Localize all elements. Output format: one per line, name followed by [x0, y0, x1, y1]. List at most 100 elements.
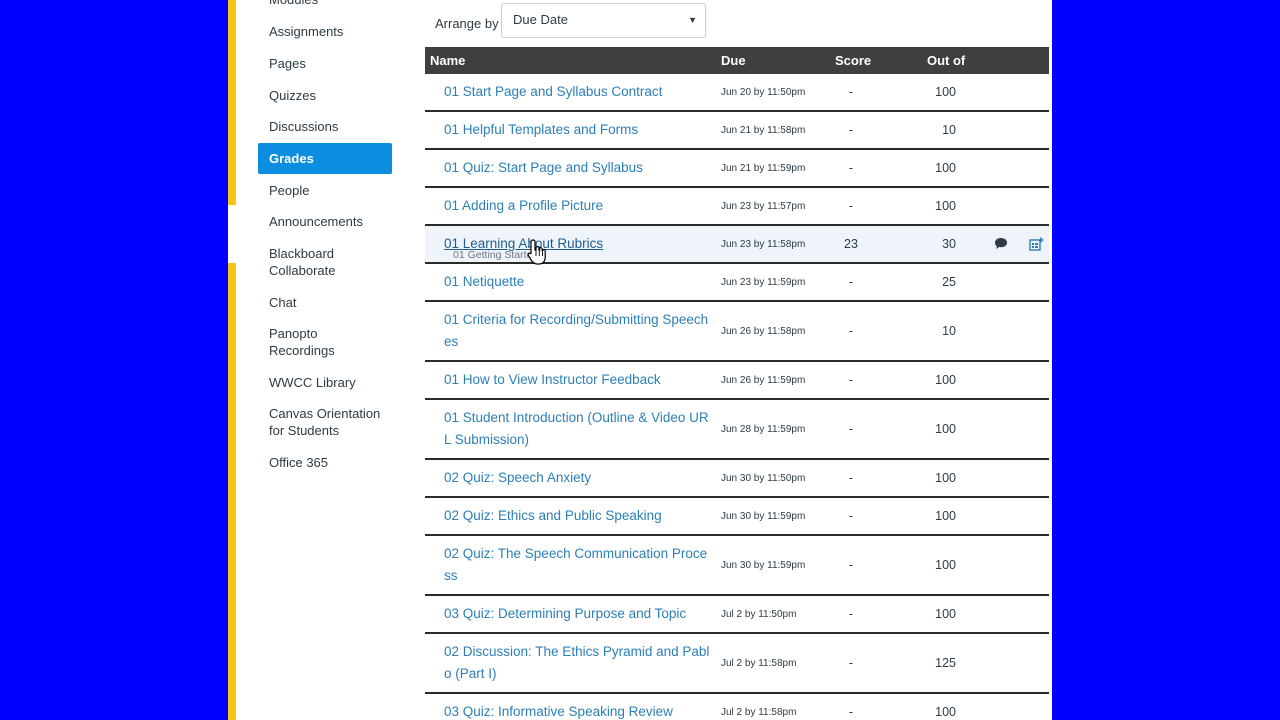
accent-stripe-gap [228, 205, 236, 263]
score-value: - [848, 705, 854, 719]
points-possible: 100 [935, 607, 956, 621]
nav-item-quizzes[interactable]: Quizzes [258, 87, 392, 104]
rubric-icon[interactable] [1029, 237, 1044, 256]
due-date: Jun 23 by 11:59pm [721, 277, 806, 288]
table-row: 01 Quiz: Start Page and Syllabus Jun 21 b… [425, 150, 1049, 188]
points-possible: 100 [935, 85, 956, 99]
table-row: 02 Quiz: The Speech Communication Proces… [425, 536, 1049, 596]
points-possible: 100 [935, 558, 956, 572]
arrange-by-label: Arrange by [435, 16, 499, 31]
score-value: - [848, 509, 854, 523]
course-navigation: Modules Assignments Pages Quizzes Discus… [258, 0, 393, 720]
score-value: - [848, 373, 854, 387]
nav-item-discussions[interactable]: Discussions [258, 118, 392, 135]
nav-item-modules[interactable]: Modules [258, 0, 392, 8]
assignment-link[interactable]: 01 How to View Instructor Feedback [444, 369, 712, 391]
score-value: - [848, 558, 854, 572]
assignment-link[interactable]: 03 Quiz: Informative Speaking Review [444, 701, 712, 720]
due-date: Jun 30 by 11:50pm [721, 473, 806, 484]
score-value: - [848, 199, 854, 213]
table-row: 01 Helpful Templates and Forms Jun 21 by … [425, 112, 1049, 150]
assignment-link[interactable]: 02 Discussion: The Ethics Pyramid and Pa… [444, 641, 712, 684]
nav-item-canvas-orientation[interactable]: Canvas Orientation for Students [258, 405, 393, 439]
nav-item-assignments[interactable]: Assignments [258, 23, 392, 40]
score-value: - [848, 123, 854, 137]
assignment-link[interactable]: 02 Quiz: Speech Anxiety [444, 467, 712, 489]
points-possible: 25 [942, 275, 956, 289]
column-header-name[interactable]: Name [430, 53, 465, 68]
points-possible: 125 [935, 656, 956, 670]
points-possible: 100 [935, 705, 956, 719]
arrange-by-select[interactable]: Due Date ▼ [501, 3, 706, 38]
points-possible: 30 [942, 237, 956, 251]
due-date: Jun 21 by 11:58pm [721, 125, 806, 136]
points-possible: 100 [935, 471, 956, 485]
dropdown-arrow-icon: ▼ [688, 15, 697, 25]
canvas-course-page: Modules Assignments Pages Quizzes Discus… [228, 0, 1052, 720]
score-value: - [848, 607, 854, 621]
column-header-score[interactable]: Score [835, 53, 871, 68]
assignment-link[interactable]: 01 Quiz: Start Page and Syllabus [444, 157, 712, 179]
table-row: 02 Discussion: The Ethics Pyramid and Pa… [425, 634, 1049, 694]
score-value: - [848, 161, 854, 175]
due-date: Jun 30 by 11:59pm [721, 511, 806, 522]
due-date: Jul 2 by 11:50pm [721, 609, 797, 620]
nav-item-people[interactable]: People [258, 182, 392, 199]
due-date: Jul 2 by 11:58pm [721, 658, 797, 669]
points-possible: 100 [935, 373, 956, 387]
score-value: - [848, 422, 854, 436]
table-row: 01 How to View Instructor Feedback Jun 26… [425, 362, 1049, 400]
due-date: Jun 23 by 11:57pm [721, 201, 806, 212]
points-possible: 100 [935, 422, 956, 436]
nav-item-announcements[interactable]: Announcements [258, 213, 392, 230]
assignment-link[interactable]: 02 Quiz: The Speech Communication Proces… [444, 543, 712, 586]
assignment-link[interactable]: 01 Helpful Templates and Forms [444, 119, 712, 141]
nav-item-chat[interactable]: Chat [258, 294, 392, 311]
column-header-out-of[interactable]: Out of [927, 53, 965, 68]
table-row: 01 Criteria for Recording/Submitting Spe… [425, 302, 1049, 362]
column-header-due[interactable]: Due [721, 53, 746, 68]
assignment-link[interactable]: 01 Adding a Profile Picture [444, 195, 712, 217]
table-row: 03 Quiz: Determining Purpose and Topic Ju… [425, 596, 1049, 634]
points-possible: 100 [935, 509, 956, 523]
table-row: 01 Start Page and Syllabus Contract Jun 2… [425, 74, 1049, 112]
nav-item-pages[interactable]: Pages [258, 55, 392, 72]
assignment-link[interactable]: 01 Netiquette [444, 271, 712, 293]
assignment-link[interactable]: 01 Student Introduction (Outline & Video… [444, 407, 712, 450]
score-value: - [848, 471, 854, 485]
nav-item-wwcc-library[interactable]: WWCC Library [258, 374, 392, 391]
due-date: Jun 21 by 11:59pm [721, 163, 806, 174]
table-row: 02 Quiz: Speech Anxiety Jun 30 by 11:50pm… [425, 460, 1049, 498]
points-possible: 10 [942, 123, 956, 137]
assignment-link[interactable]: 01 Criteria for Recording/Submitting Spe… [444, 309, 712, 352]
table-row: 02 Quiz: Ethics and Public Speaking Jun 3… [425, 498, 1049, 536]
table-row: 01 Learning About Rubrics 01 Getting Star… [425, 226, 1049, 264]
arrange-by-value: Due Date [513, 12, 568, 27]
assignment-link[interactable]: 02 Quiz: Ethics and Public Speaking [444, 505, 712, 527]
due-date: Jun 28 by 11:59pm [721, 424, 806, 435]
due-date: Jun 23 by 11:58pm [721, 239, 806, 250]
due-date: Jun 20 by 11:50pm [721, 87, 806, 98]
nav-item-panopto-recordings[interactable]: Panopto Recordings [258, 325, 358, 359]
comment-icon[interactable] [994, 237, 1008, 255]
due-date: Jun 30 by 11:59pm [721, 560, 806, 571]
due-date: Jun 26 by 11:59pm [721, 375, 806, 386]
nav-item-grades[interactable]: Grades [258, 143, 392, 174]
due-date: Jul 2 by 11:58pm [721, 707, 797, 718]
table-row: 03 Quiz: Informative Speaking Review Jul … [425, 694, 1049, 720]
due-date: Jun 26 by 11:58pm [721, 326, 806, 337]
points-possible: 100 [935, 161, 956, 175]
table-row: 01 Adding a Profile Picture Jun 23 by 11:… [425, 188, 1049, 226]
assignment-group-label: 01 Getting Started [453, 249, 539, 261]
grades-table-header: Name Due Score Out of [425, 47, 1049, 74]
table-row: 01 Student Introduction (Outline & Video… [425, 400, 1049, 460]
score-value: - [848, 275, 854, 289]
nav-item-office-365[interactable]: Office 365 [258, 454, 392, 471]
points-possible: 100 [935, 199, 956, 213]
nav-item-blackboard-collaborate[interactable]: Blackboard Collaborate [258, 245, 358, 279]
score-value: - [848, 656, 854, 670]
score-value: - [848, 324, 854, 338]
assignment-link[interactable]: 01 Start Page and Syllabus Contract [444, 81, 712, 103]
assignment-link[interactable]: 03 Quiz: Determining Purpose and Topic [444, 603, 712, 625]
points-possible: 10 [942, 324, 956, 338]
